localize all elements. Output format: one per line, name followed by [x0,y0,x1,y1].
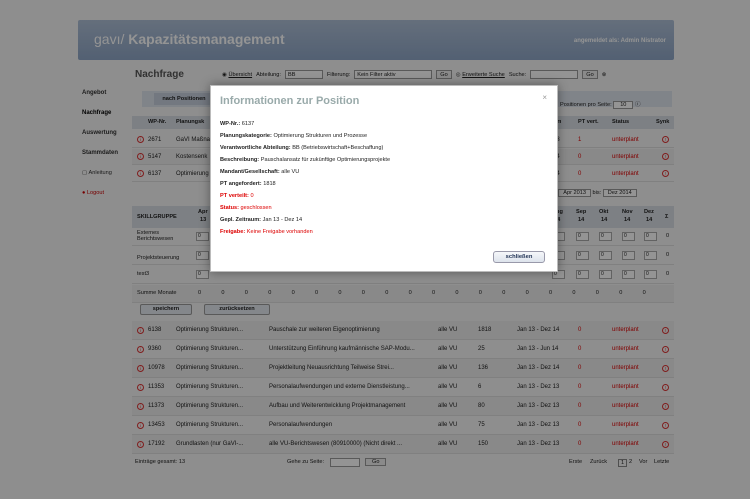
modal-status: Status: geschlossen [220,205,272,211]
modal-pt-angefordert: PT angefordert: 1818 [220,181,276,187]
modal-pt-verteilt: PT verteilt: 0 [220,193,254,199]
modal-beschreibung: Beschreibung: Pauschalansatz für zukünft… [220,157,391,163]
close-button[interactable]: schließen [493,251,545,263]
modal-mandant: Mandant/Gesellschaft: alle VU [220,169,300,175]
modal-kategorie: Planungskategorie: Optimierung Strukture… [220,133,368,139]
modal-wp: WP-Nr.: 6137 [220,121,255,127]
modal-freigabe: Freigabe: Keine Freigabe vorhanden [220,229,313,235]
modal-title: Informationen zur Position [220,95,360,107]
modal-abteilung: Verantwortliche Abteilung: BB (Betriebsw… [220,145,384,151]
close-icon[interactable]: × [542,93,547,102]
modal-zeitraum: Gepl. Zeitraum: Jan 13 - Dez 14 [220,217,303,223]
info-modal: Informationen zur Position × WP-Nr.: 613… [210,85,558,272]
